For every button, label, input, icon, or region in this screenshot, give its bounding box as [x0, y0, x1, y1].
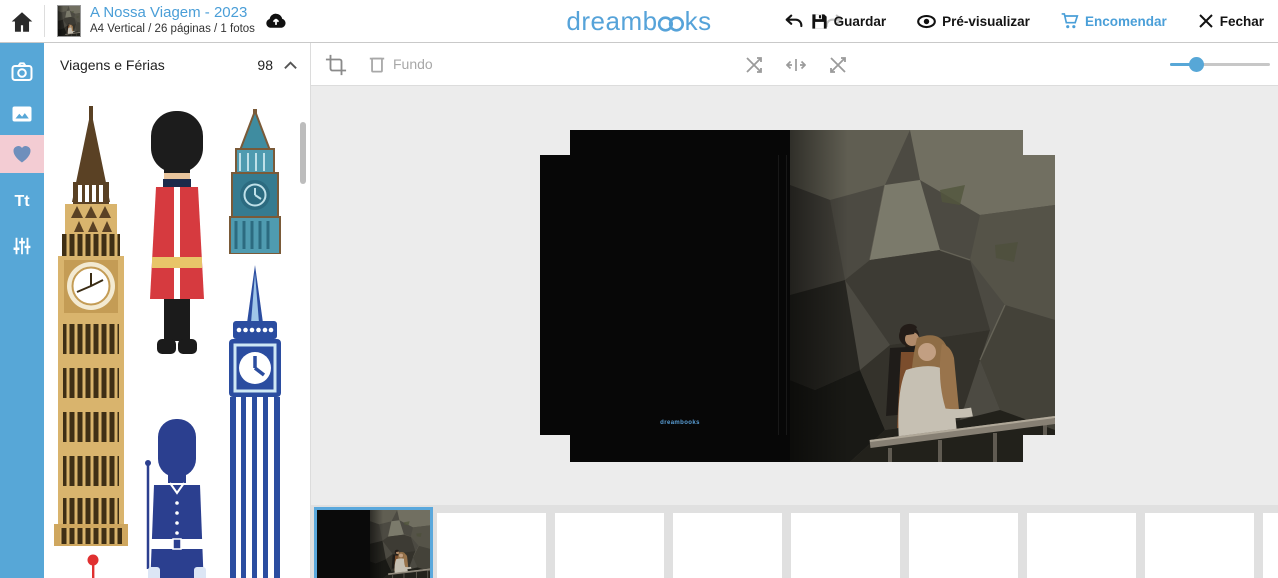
logo-text-left: dreamb: [566, 6, 657, 37]
back-cover-logo: dreambooks: [640, 420, 720, 426]
clipart-panel: Viagens e Férias 98: [44, 43, 311, 578]
page-thumb-cover-selected[interactable]: [314, 507, 433, 578]
thumb-back-cover: [317, 510, 370, 578]
home-button[interactable]: [9, 9, 35, 35]
page-thumb[interactable]: [791, 513, 900, 578]
expand-diagonal-icon[interactable]: [828, 55, 848, 75]
background-delete-button[interactable]: Fundo: [368, 54, 433, 74]
logo-text-right: ks: [685, 6, 712, 37]
sticker-royal-guard-blue[interactable]: [140, 419, 212, 578]
page-thumb[interactable]: [673, 513, 782, 578]
sticker-big-ben-blue[interactable]: [222, 265, 288, 578]
close-label: Fechar: [1220, 14, 1264, 29]
spine-guide-line: [786, 155, 787, 435]
preview-button[interactable]: Pré-visualizar: [916, 11, 1030, 32]
heart-icon: [9, 142, 35, 166]
panel-scrollbar[interactable]: [300, 122, 306, 184]
page-thumb[interactable]: [909, 513, 1018, 578]
sticker-royal-guard-red[interactable]: [134, 109, 220, 359]
page-filmstrip: [311, 505, 1278, 578]
order-label: Encomendar: [1085, 14, 1167, 29]
dreambooks-editor: A Nossa Viagem - 2023 A4 Vertical / 26 p…: [0, 0, 1278, 578]
undo-icon: [783, 11, 805, 33]
panel-title: Viagens e Férias: [60, 57, 257, 73]
sidebar-item-layouts[interactable]: [0, 95, 44, 133]
cloud-upload-button[interactable]: [261, 9, 291, 35]
trash-icon: [368, 54, 386, 74]
page-thumb[interactable]: [437, 513, 546, 578]
text-icon: Tt: [14, 193, 29, 211]
crop-icon[interactable]: [325, 54, 347, 76]
book-front-cover-photo[interactable]: [790, 130, 1055, 462]
preview-label: Pré-visualizar: [942, 14, 1030, 29]
save-icon: [810, 12, 829, 31]
sticker-big-ben-gold[interactable]: [52, 106, 130, 546]
book-back-cover[interactable]: dreambooks: [540, 130, 790, 462]
canvas-toolbar: Fundo: [311, 43, 1278, 86]
sidebar-item-photos[interactable]: [0, 53, 44, 91]
thumb-front-photo: [370, 510, 430, 578]
home-icon: [9, 9, 35, 35]
cloud-upload-icon: [261, 9, 291, 34]
cover-photo-thumb: [58, 6, 81, 36]
sidebar-item-cliparts[interactable]: [0, 135, 44, 173]
project-title[interactable]: A Nossa Viagem - 2023: [90, 4, 247, 21]
swap-horizontal-icon[interactable]: [786, 55, 806, 75]
sidebar-item-text[interactable]: Tt: [0, 183, 44, 221]
background-label: Fundo: [393, 56, 433, 72]
dreambooks-logo: dreamb ks: [566, 6, 711, 37]
camera-icon: [10, 60, 34, 84]
page-thumb[interactable]: [1027, 513, 1136, 578]
project-thumbnail[interactable]: [57, 5, 81, 37]
zoom-slider[interactable]: [1170, 43, 1278, 86]
image-icon: [10, 102, 34, 126]
divider: [44, 5, 45, 37]
panel-count: 98: [257, 57, 273, 73]
close-button[interactable]: Fechar: [1197, 12, 1264, 30]
eye-icon: [916, 11, 937, 32]
page-thumb[interactable]: [1263, 513, 1278, 578]
cart-icon: [1060, 11, 1080, 31]
sidebar-item-settings[interactable]: [0, 227, 44, 265]
sticker-map-pin-red[interactable]: [86, 554, 100, 578]
sticker-big-ben-teal[interactable]: [222, 109, 288, 254]
close-icon: [1197, 12, 1215, 30]
page-thumb[interactable]: [555, 513, 664, 578]
page-thumb[interactable]: [1145, 513, 1254, 578]
project-subtitle: A4 Vertical / 26 páginas / 1 fotos: [90, 23, 255, 35]
tool-sidebar: Tt: [0, 43, 44, 578]
logo-infinity-oo-icon: [657, 15, 686, 33]
tune-icon: [11, 234, 33, 258]
undo-button[interactable]: [783, 11, 805, 33]
shuffle-icon[interactable]: [744, 55, 764, 75]
save-label: Guardar: [834, 14, 887, 29]
order-button[interactable]: Encomendar: [1060, 11, 1167, 31]
cover-photo: [790, 130, 1055, 462]
zoom-slider-thumb[interactable]: [1189, 57, 1204, 72]
save-button[interactable]: Guardar: [810, 12, 887, 31]
spine-guide-line: [778, 155, 779, 435]
header: A Nossa Viagem - 2023 A4 Vertical / 26 p…: [0, 0, 1278, 43]
chevron-up-icon[interactable]: [283, 60, 298, 70]
editor-stage[interactable]: dreambooks: [311, 86, 1278, 505]
